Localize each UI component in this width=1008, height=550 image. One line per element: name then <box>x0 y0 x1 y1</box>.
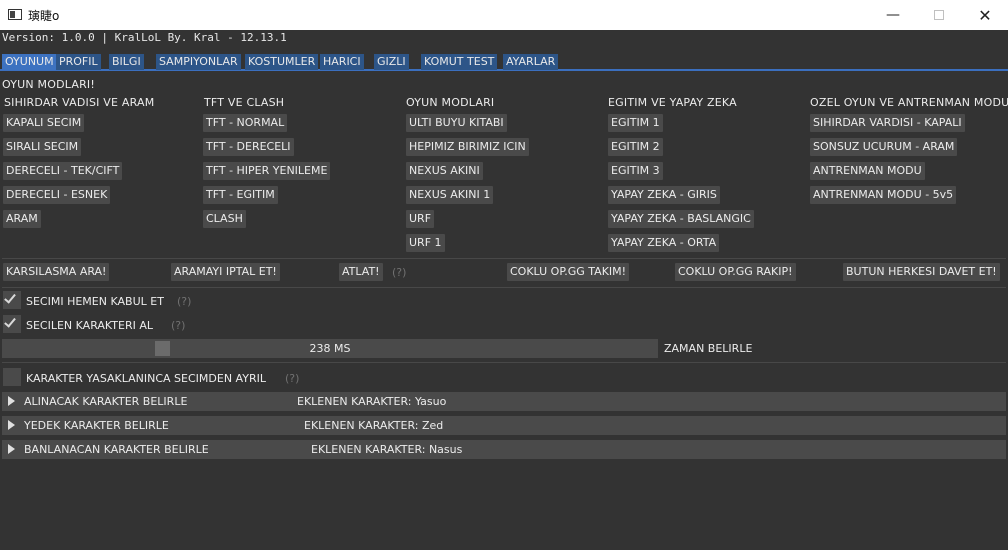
tab-ayarlar[interactable]: AYARLAR <box>503 54 559 70</box>
mode-button[interactable]: DERECELI - ESNEK <box>3 186 111 204</box>
header-label: BANLANACAN KARAKTER BELIRLE <box>24 443 209 456</box>
slider-label: ZAMAN BELIRLE <box>664 342 753 355</box>
added-champion-text: EKLENEN KARAKTER: Yasuo <box>297 395 447 408</box>
opgg-enemy-button[interactable]: COKLU OP.GG RAKIP! <box>675 263 796 281</box>
help-hint[interactable]: (?) <box>285 372 299 385</box>
mode-button[interactable]: ANTRENMAN MODU <box>810 162 925 180</box>
mode-button[interactable]: TFT - NORMAL <box>203 114 288 132</box>
check-icon <box>4 315 16 328</box>
ban-champion-header[interactable]: BANLANACAN KARAKTER BELIRLE EKLENEN KARA… <box>2 440 1006 459</box>
app-icon <box>8 9 22 20</box>
title-bar: 璌睫o — ✕ <box>0 0 1008 30</box>
version-text: Version: 1.0.0 | KralLoL By. Kral - 12.1… <box>2 31 287 44</box>
tab-kostumler[interactable]: KOSTUMLER <box>245 54 319 70</box>
column-heading: OYUN MODLARI <box>406 96 495 109</box>
cancel-search-button[interactable]: ARAMAYI IPTAL ET! <box>171 263 280 281</box>
mode-button[interactable]: TFT - DERECELI <box>203 138 294 156</box>
window-title: 璌睫o <box>28 9 60 23</box>
tab-harici[interactable]: HARICI <box>320 54 364 70</box>
mode-button[interactable]: TFT - EGITIM <box>203 186 278 204</box>
help-hint[interactable]: (?) <box>177 295 191 308</box>
mode-button[interactable]: DERECELI - TEK/CIFT <box>3 162 123 180</box>
mode-button[interactable]: ANTRENMAN MODU - 5v5 <box>810 186 957 204</box>
mode-button[interactable]: EGITIM 3 <box>608 162 663 180</box>
tab-sampiyonlar[interactable]: SAMPIYONLAR <box>156 54 241 70</box>
separator <box>2 287 1006 288</box>
leave-on-ban-checkbox[interactable] <box>3 368 21 386</box>
maximize-icon <box>934 10 944 20</box>
mode-button[interactable]: EGITIM 2 <box>608 138 663 156</box>
search-match-button[interactable]: KARSILASMA ARA! <box>3 263 110 281</box>
tab-gizli[interactable]: GIZLI <box>374 54 409 70</box>
mode-button[interactable]: TFT - HIPER YENILEME <box>203 162 331 180</box>
tab-profil[interactable]: PROFIL <box>56 54 101 70</box>
expand-arrow-icon <box>8 396 15 406</box>
separator <box>2 362 1006 363</box>
separator <box>2 258 1006 259</box>
header-label: ALINACAK KARAKTER BELIRLE <box>24 395 188 408</box>
mode-button[interactable]: HEPIMIZ BIRIMIZ ICIN <box>406 138 529 156</box>
mode-button[interactable]: YAPAY ZEKA - ORTA <box>608 234 720 252</box>
pick-champion-checkbox[interactable] <box>3 315 21 333</box>
mode-button[interactable]: SIHIRDAR VARDISI - KAPALI <box>810 114 965 132</box>
mode-button[interactable]: CLASH <box>203 210 246 228</box>
help-hint[interactable]: (?) <box>171 319 185 332</box>
minimize-button[interactable]: — <box>870 0 916 30</box>
opgg-team-button[interactable]: COKLU OP.GG TAKIM! <box>507 263 630 281</box>
mode-button[interactable]: URF 1 <box>406 234 445 252</box>
invite-all-button[interactable]: BUTUN HERKESI DAVET ET! <box>843 263 1000 281</box>
skip-button[interactable]: ATLAT! <box>339 263 383 281</box>
accept-match-checkbox[interactable] <box>3 291 21 309</box>
tab-bar: OYUNUM PROFIL BILGI SAMPIYONLAR KOSTUMLE… <box>0 54 1008 71</box>
column-heading: OZEL OYUN VE ANTRENMAN MODU <box>810 96 1008 109</box>
section-title: OYUN MODLARI! <box>2 78 95 91</box>
column-heading: EGITIM VE YAPAY ZEKA <box>608 96 737 109</box>
tab-komut-test[interactable]: KOMUT TEST <box>421 54 498 70</box>
mode-button[interactable]: ULTI BUYU KITABI <box>406 114 507 132</box>
header-label: YEDEK KARAKTER BELIRLE <box>24 419 169 432</box>
check-icon <box>4 291 16 304</box>
mode-button[interactable]: URF <box>406 210 435 228</box>
expand-arrow-icon <box>8 444 15 454</box>
tab-bilgi[interactable]: BILGI <box>109 54 144 70</box>
maximize-button[interactable] <box>916 0 962 30</box>
close-button[interactable]: ✕ <box>962 0 1008 30</box>
pick-champion-header[interactable]: ALINACAK KARAKTER BELIRLE EKLENEN KARAKT… <box>2 392 1006 411</box>
mode-button[interactable]: EGITIM 1 <box>608 114 663 132</box>
mode-button[interactable]: SONSUZ UCURUM - ARAM <box>810 138 958 156</box>
help-hint[interactable]: (?) <box>392 266 406 279</box>
column-heading: SIHIRDAR VADISI VE ARAM <box>4 96 155 109</box>
mode-button[interactable]: KAPALI SECIM <box>3 114 85 132</box>
mode-button[interactable]: YAPAY ZEKA - BASLANGIC <box>608 210 754 228</box>
slider-value: 238 MS <box>309 342 351 355</box>
mode-button[interactable]: NEXUS AKINI <box>406 162 483 180</box>
mode-button[interactable]: ARAM <box>3 210 41 228</box>
added-champion-text: EKLENEN KARAKTER: Zed <box>304 419 444 432</box>
accept-match-label: SECIMI HEMEN KABUL ET <box>26 295 164 308</box>
tab-oyunum[interactable]: OYUNUM <box>2 54 57 70</box>
mode-button[interactable]: YAPAY ZEKA - GIRIS <box>608 186 720 204</box>
pick-champion-label: SECILEN KARAKTERI AL <box>26 319 153 332</box>
column-heading: TFT VE CLASH <box>204 96 285 109</box>
mode-button[interactable]: SIRALI SECIM <box>3 138 82 156</box>
mode-button[interactable]: NEXUS AKINI 1 <box>406 186 494 204</box>
leave-on-ban-label: KARAKTER YASAKLANINCA SECIMDEN AYRIL <box>26 372 266 385</box>
backup-champion-header[interactable]: YEDEK KARAKTER BELIRLE EKLENEN KARAKTER:… <box>2 416 1006 435</box>
expand-arrow-icon <box>8 420 15 430</box>
added-champion-text: EKLENEN KARAKTER: Nasus <box>311 443 463 456</box>
delay-slider[interactable]: 238 MS <box>2 339 658 358</box>
